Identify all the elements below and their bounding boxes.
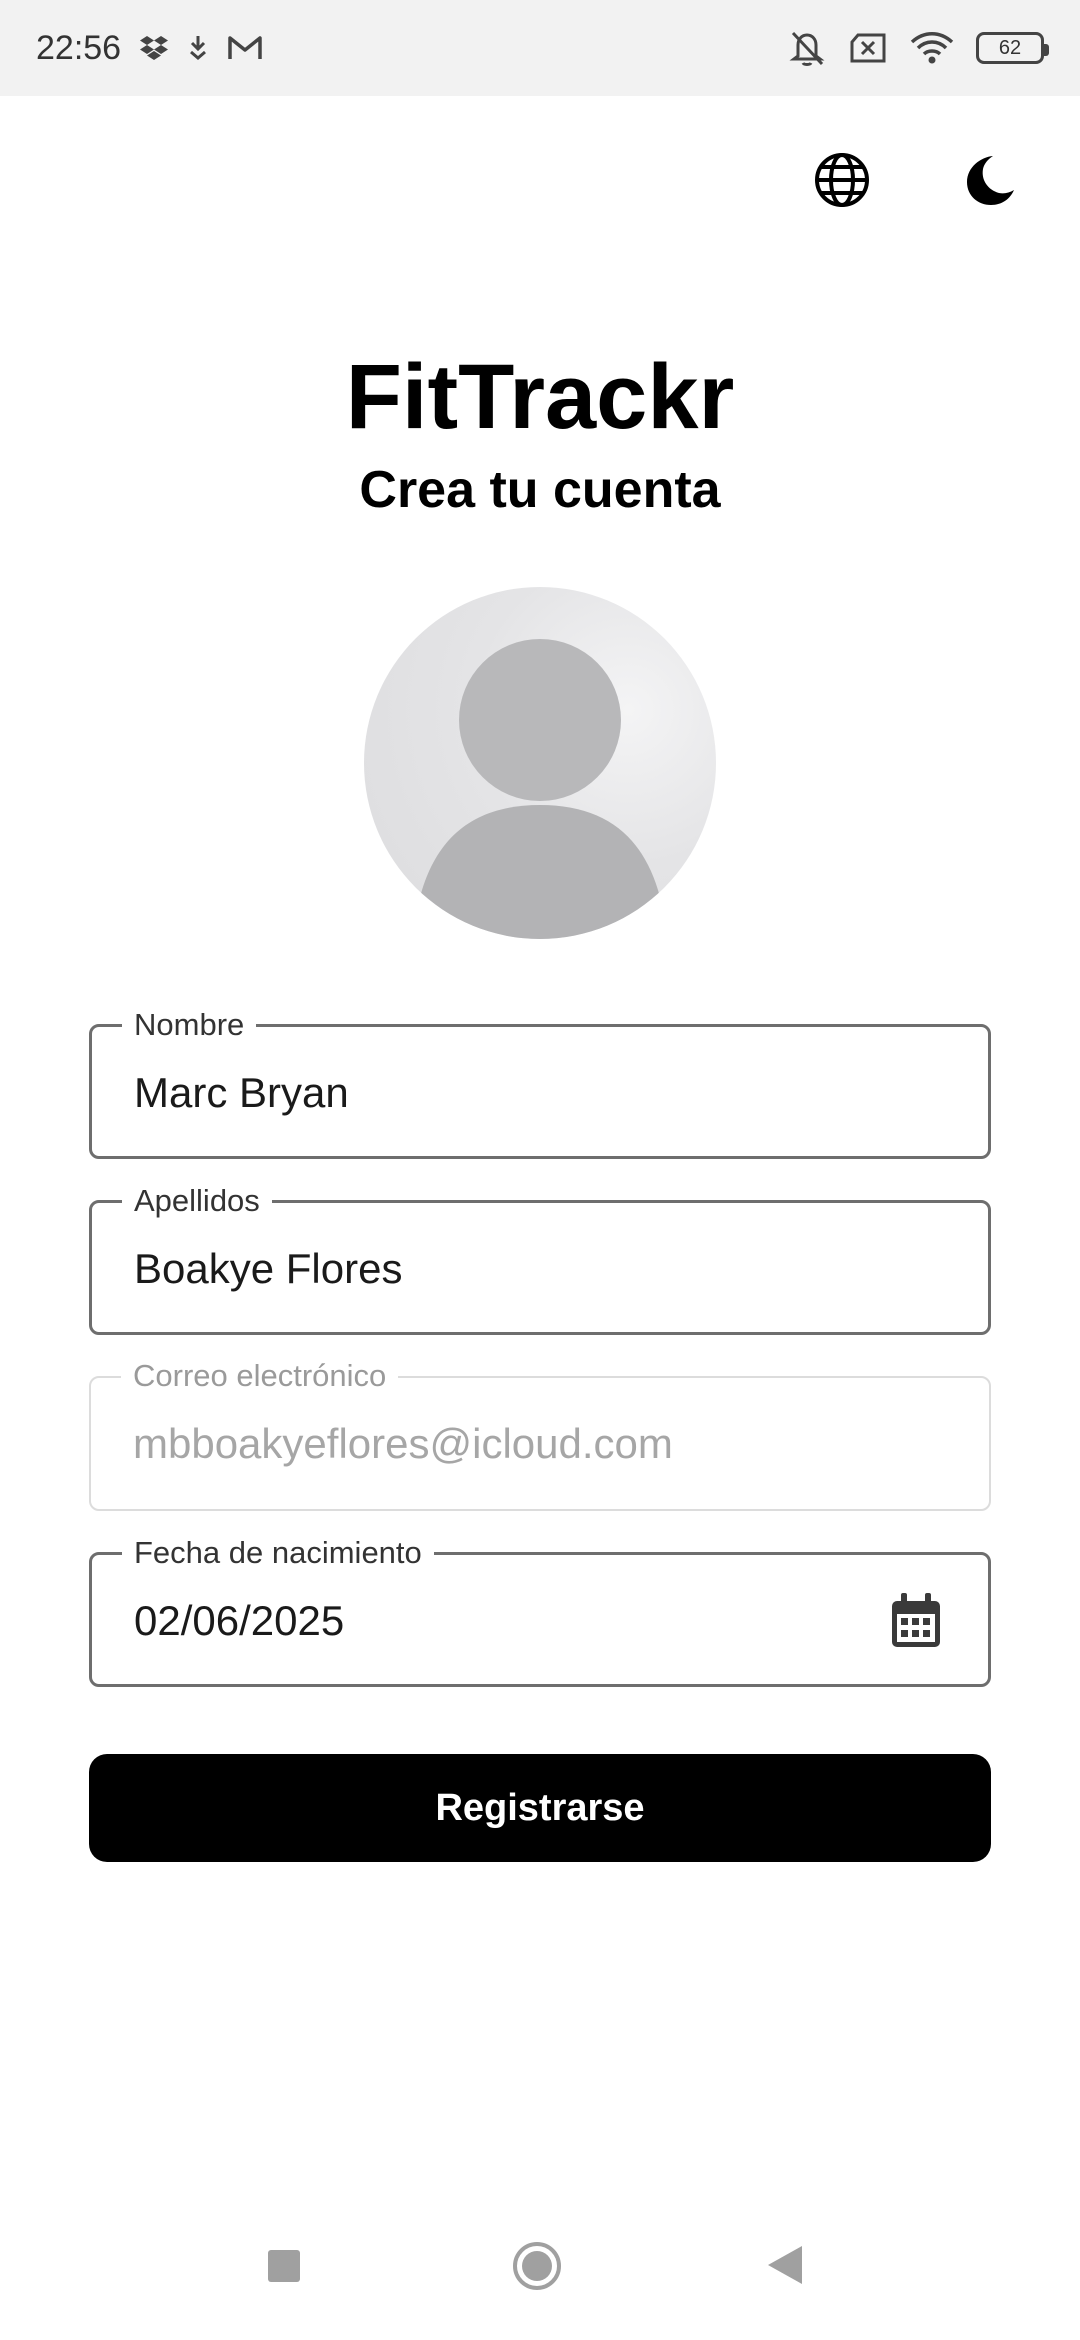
last-name-value[interactable]: Boakye Flores	[134, 1245, 402, 1293]
sim-disabled-icon	[848, 32, 888, 64]
dropbox-icon	[139, 34, 169, 62]
recents-icon[interactable]	[266, 2248, 302, 2289]
last-name-label: Apellidos	[122, 1183, 272, 1219]
page-subtitle: Crea tu cuenta	[359, 461, 721, 519]
birth-date-value[interactable]: 02/06/2025	[134, 1597, 344, 1645]
home-icon[interactable]	[511, 2240, 563, 2297]
bell-off-icon	[788, 28, 826, 68]
birth-date-field[interactable]: Fecha de nacimiento 02/06/2025	[89, 1535, 991, 1687]
status-bar: 22:56 62	[0, 0, 1080, 96]
first-name-value[interactable]: Marc Bryan	[134, 1069, 349, 1117]
battery-level: 62	[998, 36, 1022, 59]
birth-date-label: Fecha de nacimiento	[122, 1535, 434, 1571]
first-name-field[interactable]: Nombre Marc Bryan	[89, 1007, 991, 1159]
register-button[interactable]: Registrarse	[89, 1754, 991, 1862]
person-placeholder-icon	[420, 639, 660, 939]
wifi-icon	[910, 31, 954, 65]
email-value: mbboakyeflores@icloud.com	[133, 1420, 673, 1467]
gmail-icon	[227, 34, 263, 62]
back-icon[interactable]	[766, 2244, 804, 2291]
download-icon	[187, 34, 209, 62]
first-name-label: Nombre	[122, 1007, 257, 1043]
top-actions	[812, 150, 1020, 210]
status-bar-right: 62	[788, 28, 1049, 68]
app-title: FitTrackr	[345, 346, 735, 448]
navigation-bar	[0, 2190, 1080, 2340]
calendar-icon[interactable]	[888, 1591, 944, 1651]
email-label: Correo electrónico	[121, 1358, 399, 1394]
status-bar-left: 22:56	[36, 29, 263, 68]
avatar[interactable]	[364, 587, 716, 939]
battery-icon: 62	[976, 32, 1049, 64]
email-field: Correo electrónico mbboakyeflores@icloud…	[89, 1358, 991, 1511]
moon-icon[interactable]	[960, 150, 1020, 210]
last-name-field[interactable]: Apellidos Boakye Flores	[89, 1183, 991, 1335]
status-time: 22:56	[36, 28, 122, 67]
globe-icon[interactable]	[812, 150, 872, 210]
